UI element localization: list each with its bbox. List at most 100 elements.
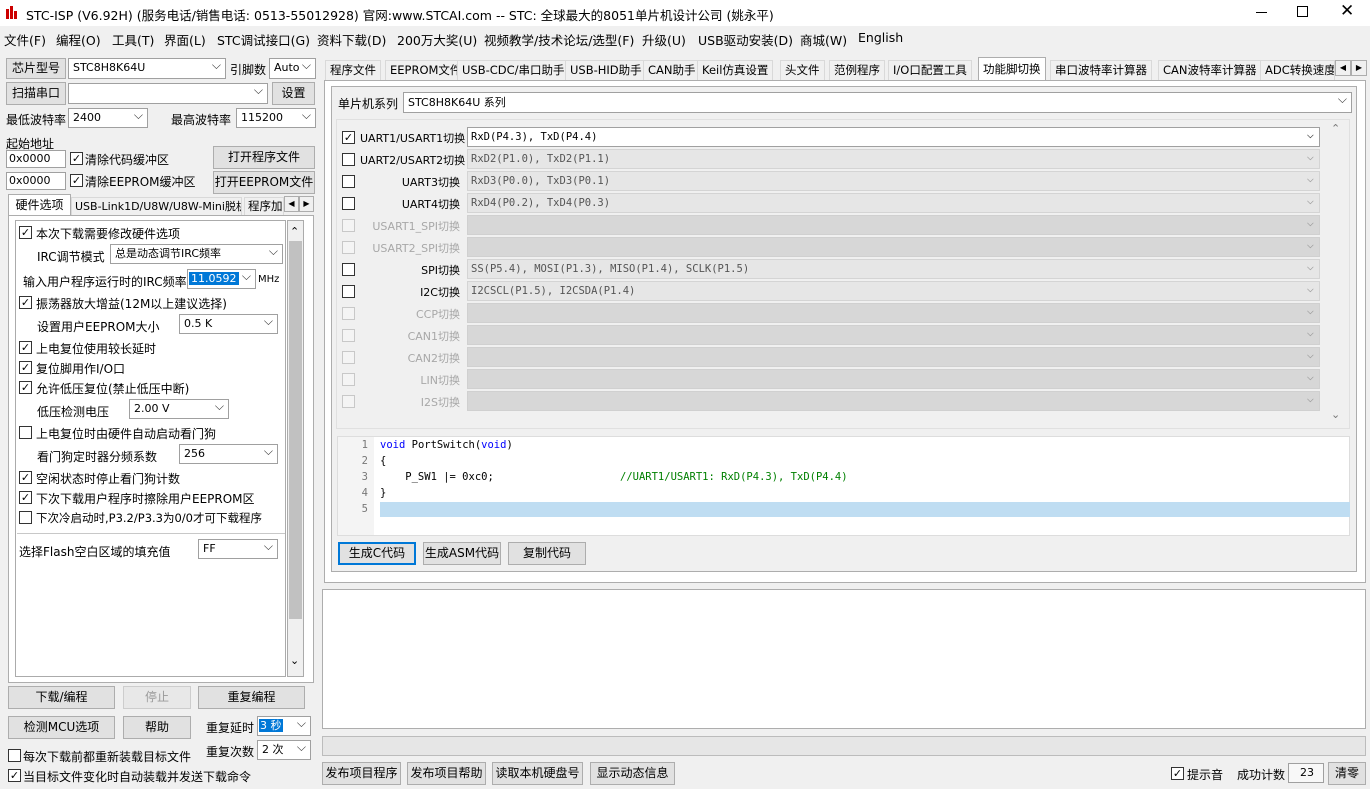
pins-select[interactable]: Auto (269, 58, 316, 79)
menu-video[interactable]: 视频教学/技术论坛/选型(F) (484, 30, 634, 49)
min-baud-select[interactable]: 2400 (68, 108, 148, 128)
reprogram-button[interactable]: 重复编程 (198, 686, 305, 709)
scroll-down-icon[interactable]: ⌄ (290, 654, 299, 667)
eeprom-address-input[interactable]: 0x0000 (6, 172, 66, 190)
pin-checkbox[interactable] (342, 175, 355, 188)
menu-shop[interactable]: 商城(W) (800, 30, 847, 49)
download-button[interactable]: 下载/编程 (8, 686, 115, 709)
port-select[interactable] (68, 83, 268, 104)
publish-help-button[interactable]: 发布项目帮助 (407, 762, 486, 785)
pin-select[interactable]: RxD2(P1.0), TxD2(P1.1) (467, 147, 1320, 169)
open-program-button[interactable]: 打开程序文件 (213, 146, 315, 169)
tab-can-baud[interactable]: CAN波特率计算器 (1158, 60, 1262, 80)
tab-scroll-right-icon[interactable]: ▶ (299, 196, 314, 212)
chip-type-select[interactable]: STC8H8K64U (68, 58, 226, 79)
generate-c-button[interactable]: 生成C代码 (338, 542, 416, 565)
publish-program-button[interactable]: 发布项目程序 (322, 762, 401, 785)
read-disk-id-button[interactable]: 读取本机硬盘号 (492, 762, 583, 785)
eeprom-size-select[interactable]: 0.5 K (179, 314, 278, 334)
minimize-icon[interactable] (1256, 12, 1267, 13)
menu-english[interactable]: English (858, 30, 903, 45)
check-mcu-button[interactable]: 检测MCU选项 (8, 716, 115, 739)
reload-each-checkbox[interactable] (8, 749, 21, 762)
pin-select[interactable]: I2CSCL(P1.5), I2CSDA(P1.4) (467, 279, 1320, 301)
tab-keil-sim[interactable]: Keil仿真设置 (697, 60, 774, 80)
code-editor[interactable] (337, 436, 1350, 536)
clear-count-button[interactable]: 清零 (1328, 762, 1366, 785)
clear-eeprom-checkbox[interactable]: ✓ (70, 174, 83, 187)
scan-port-button[interactable]: 扫描串口 (6, 82, 66, 105)
stop-button[interactable]: 停止 (123, 686, 191, 709)
tab-scroll-left-icon[interactable]: ◀ (284, 196, 299, 212)
pin-list-scroll-down-icon[interactable]: ⌄ (1331, 408, 1340, 421)
open-eeprom-button[interactable]: 打开EEPROM文件 (213, 171, 315, 194)
fill-value-select[interactable]: FF (198, 539, 278, 559)
pin-checkbox[interactable] (342, 263, 355, 276)
right-tab-scroll-left-icon[interactable]: ◀ (1335, 60, 1351, 76)
wdt-auto-checkbox[interactable] (19, 426, 32, 439)
pin-checkbox[interactable] (342, 285, 355, 298)
series-select[interactable]: STC8H8K64U 系列 (403, 92, 1352, 113)
right-tab-scroll-right-icon[interactable]: ▶ (1351, 60, 1367, 76)
tab-io-config[interactable]: I/O口配置工具 (888, 60, 972, 80)
irc-mode-select[interactable]: 总是动态调节IRC频率 (110, 244, 283, 264)
tab-uart-baud[interactable]: 串口波特率计算器 (1050, 60, 1152, 80)
copy-code-button[interactable]: 复制代码 (508, 542, 586, 565)
lvd-reset-checkbox[interactable]: ✓ (19, 381, 32, 394)
tab-usb-hid[interactable]: USB-HID助手 (565, 60, 647, 80)
tab-header-file[interactable]: 头文件 (780, 60, 825, 80)
close-icon[interactable]: ✕ (1340, 2, 1354, 20)
menu-interface[interactable]: 界面(L) (164, 30, 206, 49)
pin-checkbox[interactable] (342, 153, 355, 166)
repeat-count-select[interactable]: 2 次 (257, 740, 311, 760)
tab-pin-switch[interactable]: 功能脚切换 (978, 57, 1046, 81)
sound-checkbox[interactable]: ✓ (1171, 767, 1184, 780)
pin-checkbox[interactable]: ✓ (342, 131, 355, 144)
tab-eeprom-file[interactable]: EEPROM文件 (385, 60, 467, 80)
clear-code-checkbox[interactable]: ✓ (70, 152, 83, 165)
tab-usb-cdc[interactable]: USB-CDC/串口助手 (457, 60, 570, 80)
maximize-icon[interactable] (1297, 6, 1308, 17)
pin-select[interactable]: SS(P5.4), MOSI(P1.3), MISO(P1.4), SCLK(P… (467, 257, 1320, 279)
osc-gain-checkbox[interactable]: ✓ (19, 296, 32, 309)
pin-checkbox[interactable] (342, 197, 355, 210)
menu-file[interactable]: 文件(F) (4, 30, 46, 49)
erase-eeprom-checkbox[interactable]: ✓ (19, 491, 32, 504)
idle-wdt-checkbox[interactable]: ✓ (19, 471, 32, 484)
tab-hardware[interactable]: 硬件选项 (8, 194, 71, 216)
tab-program-file[interactable]: 程序文件 (325, 60, 381, 80)
max-baud-select[interactable]: 115200 (236, 108, 316, 128)
pin-list-scroll-up-icon[interactable]: ⌃ (1331, 122, 1340, 135)
menu-upgrade[interactable]: 升级(U) (642, 30, 686, 49)
start-address-input[interactable]: 0x0000 (6, 150, 66, 168)
tab-program-more[interactable]: 程序加 (244, 197, 284, 216)
menu-downloads[interactable]: 资料下载(D) (317, 30, 386, 49)
wdt-div-select[interactable]: 256 (179, 444, 278, 464)
tab-usb-link[interactable]: USB-Link1D/U8W/U8W-Mini脱机 (71, 197, 242, 216)
output-log[interactable] (322, 589, 1366, 729)
menu-tools[interactable]: 工具(T) (112, 30, 154, 49)
menu-debug[interactable]: STC调试接口(G) (217, 30, 310, 49)
menu-usb-driver[interactable]: USB驱动安装(D) (698, 30, 793, 49)
menu-prize[interactable]: 200万大奖(U) (397, 30, 477, 49)
tab-adc-speed[interactable]: ADC转换速度 (1260, 60, 1335, 80)
tab-examples[interactable]: 范例程序 (829, 60, 885, 80)
generate-asm-button[interactable]: 生成ASM代码 (423, 542, 501, 565)
tab-can-helper[interactable]: CAN助手 (643, 60, 701, 80)
pin-select[interactable]: RxD4(P0.2), TxD4(P0.3) (467, 191, 1320, 213)
show-dynamic-info-button[interactable]: 显示动态信息 (590, 762, 675, 785)
settings-button[interactable]: 设置 (272, 82, 315, 105)
lvd-voltage-select[interactable]: 2.00 V (129, 399, 229, 419)
por-delay-checkbox[interactable]: ✓ (19, 341, 32, 354)
auto-reload-checkbox[interactable]: ✓ (8, 769, 21, 782)
cold-boot-checkbox[interactable] (19, 511, 32, 524)
modify-hw-checkbox[interactable]: ✓ (19, 226, 32, 239)
scroll-thumb[interactable] (289, 241, 302, 619)
pin-select[interactable]: RxD(P4.3), TxD(P4.4) (467, 125, 1320, 147)
irc-freq-select[interactable]: 11.0592 (187, 269, 256, 289)
help-button[interactable]: 帮助 (123, 716, 191, 739)
repeat-delay-select[interactable]: 3 秒 (257, 716, 311, 736)
menu-program[interactable]: 编程(O) (56, 30, 101, 49)
scroll-up-icon[interactable]: ⌃ (290, 225, 299, 238)
pin-select[interactable]: RxD3(P0.0), TxD3(P0.1) (467, 169, 1320, 191)
